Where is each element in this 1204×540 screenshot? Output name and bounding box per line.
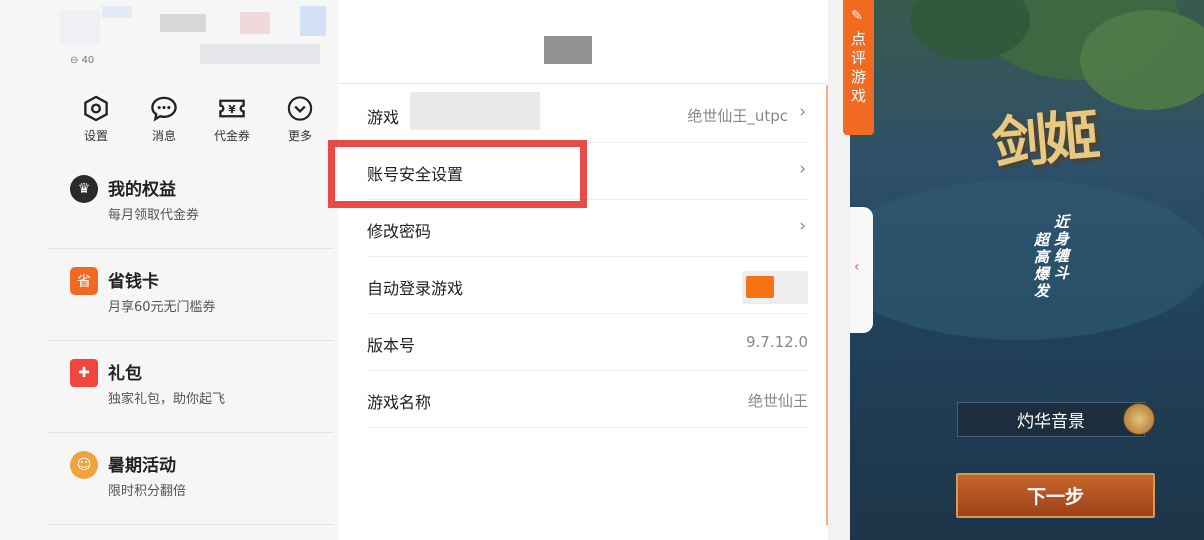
message-bubble-icon bbox=[151, 96, 177, 122]
sound-emblem-icon[interactable] bbox=[1123, 403, 1155, 435]
collapse-panel-button[interactable]: ‹ bbox=[850, 207, 873, 333]
sound-scene-label: 灼华音景 bbox=[1017, 412, 1085, 432]
event-icon: ☺ bbox=[70, 451, 98, 479]
row-label: 自动登录游戏 bbox=[367, 279, 464, 298]
more-chevron-icon bbox=[287, 96, 313, 121]
next-step-label: 下一步 bbox=[1026, 486, 1084, 508]
row-label: 修改密码 bbox=[367, 222, 432, 241]
messages-label: 消息 bbox=[151, 129, 176, 143]
auto-login-toggle[interactable] bbox=[742, 271, 808, 304]
lake-reflection bbox=[850, 180, 1204, 340]
user-id-line: ⊖ 40 bbox=[70, 55, 95, 66]
more-label: 更多 bbox=[287, 129, 312, 143]
settings-hex-icon bbox=[84, 95, 108, 122]
menu-item-benefits[interactable]: ♛ 我的权益 每月领取代金券 bbox=[48, 157, 334, 249]
game-character-logo: 剑姬 bbox=[989, 102, 1100, 178]
row-value: 绝世仙王_utpc bbox=[687, 107, 788, 125]
menu-subtitle: 每月领取代金券 bbox=[108, 208, 200, 223]
settings-panel: 游戏 绝世仙王_utpc › 账号安全设置 › 修改密码 › 自动登录游戏 版本… bbox=[338, 0, 828, 540]
edit-pencil-icon: ✎ bbox=[851, 8, 863, 24]
menu-title: 礼包 bbox=[108, 364, 142, 384]
row-label: 版本号 bbox=[367, 336, 416, 355]
blurred-account-name bbox=[410, 92, 540, 130]
menu-subtitle: 限时积分翻倍 bbox=[108, 484, 187, 499]
tree-canopy bbox=[1080, 10, 1204, 110]
voucher-button[interactable]: ¥ 代金券 bbox=[204, 94, 260, 144]
menu-title: 暑期活动 bbox=[108, 456, 176, 476]
menu-item-savings-card[interactable]: 省 省钱卡 月享60元无门槛券 bbox=[48, 249, 334, 341]
chevron-left-icon: ‹ bbox=[854, 259, 860, 275]
messages-button[interactable]: 消息 bbox=[136, 94, 192, 144]
menu-item-gift[interactable]: ✚ 礼包 独家礼包，助你起飞 bbox=[48, 341, 334, 433]
review-tab-label: 点评游戏 bbox=[851, 30, 867, 105]
row-change-password[interactable]: 修改密码 › bbox=[367, 200, 808, 257]
quick-actions-row: 设置 消息 ¥ 代金券 更多 bbox=[68, 94, 328, 144]
row-value: 9.7.12.0 bbox=[745, 333, 808, 351]
chevron-right-icon: › bbox=[799, 102, 806, 122]
blurred-header-title bbox=[544, 36, 592, 64]
settings-button[interactable]: 设置 bbox=[68, 94, 124, 144]
row-auto-login: 自动登录游戏 bbox=[367, 257, 808, 314]
sound-scene-button[interactable]: 灼华音景 bbox=[957, 402, 1145, 437]
row-version: 版本号 9.7.12.0 bbox=[367, 314, 808, 371]
menu-item-summer-event[interactable]: ☺ 暑期活动 限时积分翻倍 bbox=[48, 433, 334, 525]
menu-subtitle: 月享60元无门槛券 bbox=[108, 300, 216, 315]
next-step-button[interactable]: 下一步 bbox=[956, 473, 1155, 518]
card-icon: 省 bbox=[70, 267, 98, 295]
row-label: 游戏名称 bbox=[367, 393, 432, 412]
row-label: 游戏 bbox=[367, 108, 400, 127]
more-button[interactable]: 更多 bbox=[272, 94, 328, 144]
gift-icon: ✚ bbox=[70, 359, 98, 387]
chevron-right-icon: › bbox=[799, 159, 806, 179]
crown-icon: ♛ bbox=[70, 175, 98, 203]
blurred-user-info bbox=[60, 6, 330, 66]
panel-accent-border bbox=[826, 85, 828, 525]
chevron-right-icon: › bbox=[799, 216, 806, 236]
menu-title: 省钱卡 bbox=[108, 272, 159, 292]
tagline-2: 超高爆发 bbox=[1034, 231, 1050, 300]
menu-title: 我的权益 bbox=[108, 180, 176, 200]
user-sidebar: ⊖ 40 设置 消息 ¥ 代金券 更多 ♛ 我的权益 每月领取代金券 省 省钱卡… bbox=[0, 0, 338, 540]
divider bbox=[338, 83, 826, 84]
game-promo-panel bbox=[850, 0, 1204, 540]
voucher-icon: ¥ bbox=[219, 99, 245, 118]
row-value: 绝世仙王 bbox=[747, 392, 808, 410]
settings-label: 设置 bbox=[83, 129, 108, 143]
svg-text:¥: ¥ bbox=[228, 103, 236, 116]
row-game-name: 游戏名称 绝世仙王 bbox=[367, 371, 808, 428]
voucher-label: 代金券 bbox=[213, 129, 250, 143]
highlight-box bbox=[328, 140, 587, 208]
tagline-1: 近身缠斗 bbox=[1054, 213, 1070, 282]
menu-subtitle: 独家礼包，助你起飞 bbox=[108, 392, 226, 407]
review-game-tab[interactable]: ✎ 点评游戏 bbox=[843, 0, 874, 135]
toggle-knob bbox=[746, 276, 774, 298]
